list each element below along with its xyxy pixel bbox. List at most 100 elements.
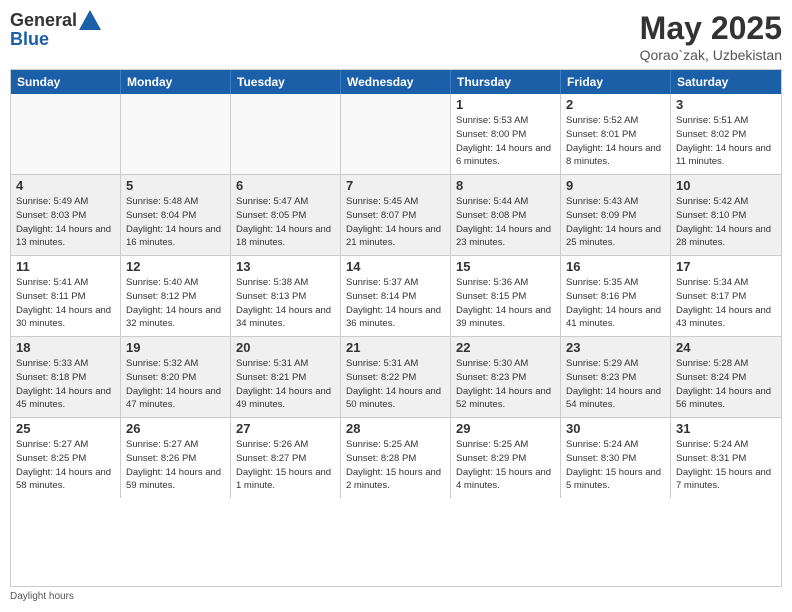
calendar-cell: 1 Sunrise: 5:53 AMSunset: 8:00 PMDaylight… [451, 94, 561, 174]
cal-header-day: Monday [121, 70, 231, 94]
page: General Blue May 2025 Qorao`zak, Uzbekis… [0, 0, 792, 612]
calendar-cell: 15 Sunrise: 5:36 AMSunset: 8:15 PMDayligh… [451, 256, 561, 336]
day-number: 29 [456, 421, 555, 436]
day-info: Sunrise: 5:35 AMSunset: 8:16 PMDaylight:… [566, 276, 665, 331]
calendar-cell [11, 94, 121, 174]
cal-header-day: Thursday [451, 70, 561, 94]
day-info: Sunrise: 5:47 AMSunset: 8:05 PMDaylight:… [236, 195, 335, 250]
logo-icon [79, 10, 101, 30]
title-section: May 2025 Qorao`zak, Uzbekistan [640, 10, 782, 63]
calendar-cell: 16 Sunrise: 5:35 AMSunset: 8:16 PMDayligh… [561, 256, 671, 336]
day-info: Sunrise: 5:28 AMSunset: 8:24 PMDaylight:… [676, 357, 776, 412]
calendar-cell: 31 Sunrise: 5:24 AMSunset: 8:31 PMDayligh… [671, 418, 781, 498]
header: General Blue May 2025 Qorao`zak, Uzbekis… [10, 10, 782, 63]
calendar-cell: 18Sunrise: 5:33 AMSunset: 8:18 PMDayligh… [11, 337, 121, 417]
day-info: Sunrise: 5:53 AMSunset: 8:00 PMDaylight:… [456, 114, 555, 169]
daylight-label: Daylight hours [10, 591, 74, 602]
day-info: Sunrise: 5:31 AMSunset: 8:22 PMDaylight:… [346, 357, 445, 412]
day-number: 26 [126, 421, 225, 436]
day-info: Sunrise: 5:49 AMSunset: 8:03 PMDaylight:… [16, 195, 115, 250]
day-info: Sunrise: 5:37 AMSunset: 8:14 PMDaylight:… [346, 276, 445, 331]
calendar-cell: 10 Sunrise: 5:42 AMSunset: 8:10 PMDayligh… [671, 175, 781, 255]
logo-text: General Blue [10, 10, 101, 48]
day-info: Sunrise: 5:27 AMSunset: 8:25 PMDaylight:… [16, 438, 115, 493]
day-info: Sunrise: 5:32 AMSunset: 8:20 PMDaylight:… [126, 357, 225, 412]
calendar-cell: 13Sunrise: 5:38 AMSunset: 8:13 PMDayligh… [231, 256, 341, 336]
calendar-cell: 11 Sunrise: 5:41 AMSunset: 8:11 PMDayligh… [11, 256, 121, 336]
day-info: Sunrise: 5:42 AMSunset: 8:10 PMDaylight:… [676, 195, 776, 250]
calendar-row: 4 Sunrise: 5:49 AMSunset: 8:03 PMDaylight… [11, 175, 781, 256]
cal-header-day: Sunday [11, 70, 121, 94]
day-info: Sunrise: 5:45 AMSunset: 8:07 PMDaylight:… [346, 195, 445, 250]
day-info: Sunrise: 5:27 AMSunset: 8:26 PMDaylight:… [126, 438, 225, 493]
day-number: 15 [456, 259, 555, 274]
day-number: 17 [676, 259, 776, 274]
day-number: 1 [456, 97, 555, 112]
location: Qorao`zak, Uzbekistan [640, 47, 782, 63]
calendar-cell: 6 Sunrise: 5:47 AMSunset: 8:05 PMDaylight… [231, 175, 341, 255]
day-number: 25 [16, 421, 115, 436]
day-info: Sunrise: 5:29 AMSunset: 8:23 PMDaylight:… [566, 357, 665, 412]
calendar-cell: 19Sunrise: 5:32 AMSunset: 8:20 PMDayligh… [121, 337, 231, 417]
day-number: 21 [346, 340, 445, 355]
calendar-cell: 27Sunrise: 5:26 AMSunset: 8:27 PMDayligh… [231, 418, 341, 498]
day-number: 7 [346, 178, 445, 193]
day-info: Sunrise: 5:30 AMSunset: 8:23 PMDaylight:… [456, 357, 555, 412]
day-number: 30 [566, 421, 665, 436]
day-info: Sunrise: 5:24 AMSunset: 8:30 PMDaylight:… [566, 438, 665, 493]
calendar-cell: 9Sunrise: 5:43 AMSunset: 8:09 PMDaylight… [561, 175, 671, 255]
day-number: 11 [16, 259, 115, 274]
logo-blue: Blue [10, 30, 101, 48]
day-info: Sunrise: 5:26 AMSunset: 8:27 PMDaylight:… [236, 438, 335, 493]
day-info: Sunrise: 5:40 AMSunset: 8:12 PMDaylight:… [126, 276, 225, 331]
calendar-cell [121, 94, 231, 174]
cal-header-day: Friday [561, 70, 671, 94]
day-info: Sunrise: 5:33 AMSunset: 8:18 PMDaylight:… [16, 357, 115, 412]
day-number: 5 [126, 178, 225, 193]
day-number: 16 [566, 259, 665, 274]
calendar-cell [341, 94, 451, 174]
day-info: Sunrise: 5:24 AMSunset: 8:31 PMDaylight:… [676, 438, 776, 493]
day-number: 13 [236, 259, 335, 274]
calendar-body: 1 Sunrise: 5:53 AMSunset: 8:00 PMDaylight… [11, 94, 781, 498]
day-number: 14 [346, 259, 445, 274]
calendar-cell: 17Sunrise: 5:34 AMSunset: 8:17 PMDayligh… [671, 256, 781, 336]
day-info: Sunrise: 5:25 AMSunset: 8:28 PMDaylight:… [346, 438, 445, 493]
day-info: Sunrise: 5:41 AMSunset: 8:11 PMDaylight:… [16, 276, 115, 331]
calendar: SundayMondayTuesdayWednesdayThursdayFrid… [10, 69, 782, 587]
calendar-cell: 21 Sunrise: 5:31 AMSunset: 8:22 PMDayligh… [341, 337, 451, 417]
calendar-cell: 12 Sunrise: 5:40 AMSunset: 8:12 PMDayligh… [121, 256, 231, 336]
logo: General Blue [10, 10, 101, 48]
calendar-cell: 25 Sunrise: 5:27 AMSunset: 8:25 PMDayligh… [11, 418, 121, 498]
day-number: 3 [676, 97, 776, 112]
calendar-cell: 14 Sunrise: 5:37 AMSunset: 8:14 PMDayligh… [341, 256, 451, 336]
day-number: 12 [126, 259, 225, 274]
calendar-cell: 7 Sunrise: 5:45 AMSunset: 8:07 PMDaylight… [341, 175, 451, 255]
day-number: 8 [456, 178, 555, 193]
calendar-cell: 29Sunrise: 5:25 AMSunset: 8:29 PMDayligh… [451, 418, 561, 498]
day-number: 4 [16, 178, 115, 193]
calendar-cell: 26 Sunrise: 5:27 AMSunset: 8:26 PMDayligh… [121, 418, 231, 498]
calendar-row: 25 Sunrise: 5:27 AMSunset: 8:25 PMDayligh… [11, 418, 781, 498]
day-number: 28 [346, 421, 445, 436]
day-number: 2 [566, 97, 665, 112]
calendar-row: 18Sunrise: 5:33 AMSunset: 8:18 PMDayligh… [11, 337, 781, 418]
calendar-cell: 5Sunrise: 5:48 AMSunset: 8:04 PMDaylight… [121, 175, 231, 255]
calendar-cell: 24 Sunrise: 5:28 AMSunset: 8:24 PMDayligh… [671, 337, 781, 417]
calendar-cell: 20Sunrise: 5:31 AMSunset: 8:21 PMDayligh… [231, 337, 341, 417]
calendar-header: SundayMondayTuesdayWednesdayThursdayFrid… [11, 70, 781, 94]
day-number: 24 [676, 340, 776, 355]
day-number: 6 [236, 178, 335, 193]
calendar-cell: 23Sunrise: 5:29 AMSunset: 8:23 PMDayligh… [561, 337, 671, 417]
calendar-cell [231, 94, 341, 174]
day-info: Sunrise: 5:36 AMSunset: 8:15 PMDaylight:… [456, 276, 555, 331]
day-number: 31 [676, 421, 776, 436]
footer: Daylight hours [10, 591, 782, 602]
calendar-cell: 3 Sunrise: 5:51 AMSunset: 8:02 PMDaylight… [671, 94, 781, 174]
day-info: Sunrise: 5:51 AMSunset: 8:02 PMDaylight:… [676, 114, 776, 169]
calendar-cell: 30 Sunrise: 5:24 AMSunset: 8:30 PMDayligh… [561, 418, 671, 498]
calendar-cell: 28 Sunrise: 5:25 AMSunset: 8:28 PMDayligh… [341, 418, 451, 498]
calendar-cell: 8Sunrise: 5:44 AMSunset: 8:08 PMDaylight… [451, 175, 561, 255]
day-number: 9 [566, 178, 665, 193]
day-number: 10 [676, 178, 776, 193]
